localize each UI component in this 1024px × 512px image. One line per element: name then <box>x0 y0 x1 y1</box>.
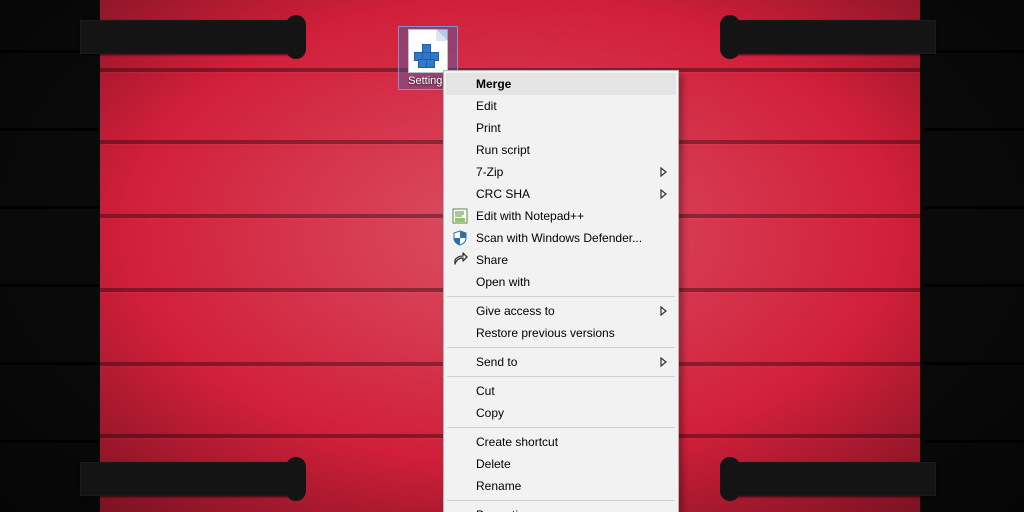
menu-item-label: Share <box>476 253 508 267</box>
wallpaper-hinge <box>80 462 290 496</box>
menu-item-label: Merge <box>476 77 511 91</box>
wallpaper-groove <box>924 362 1024 365</box>
wallpaper-groove <box>0 362 100 365</box>
reg-file-icon <box>408 29 448 73</box>
menu-item-scan-with-windows-defender[interactable]: Scan with Windows Defender... <box>446 227 676 249</box>
menu-item-label: Rename <box>476 479 521 493</box>
menu-item-delete[interactable]: Delete <box>446 453 676 475</box>
menu-item-label: Scan with Windows Defender... <box>476 231 642 245</box>
menu-item-label: Print <box>476 121 501 135</box>
menu-item-label: Restore previous versions <box>476 326 615 340</box>
menu-item-label: Cut <box>476 384 495 398</box>
defender-icon <box>452 230 468 246</box>
menu-separator <box>447 427 675 428</box>
menu-item-restore-previous-versions[interactable]: Restore previous versions <box>446 322 676 344</box>
menu-item-7-zip[interactable]: 7-Zip <box>446 161 676 183</box>
wallpaper-groove <box>924 128 1024 131</box>
desktop[interactable]: Settings MergeEditPrintRun script7-ZipCR… <box>0 0 1024 512</box>
menu-item-label: Delete <box>476 457 511 471</box>
menu-separator <box>447 376 675 377</box>
menu-item-label: Edit <box>476 99 497 113</box>
menu-item-print[interactable]: Print <box>446 117 676 139</box>
wallpaper-groove <box>924 50 1024 53</box>
wallpaper-hinge <box>80 20 290 54</box>
menu-item-share[interactable]: Share <box>446 249 676 271</box>
menu-item-edit-with-notepad[interactable]: Edit with Notepad++ <box>446 205 676 227</box>
wallpaper-hinge <box>726 20 936 54</box>
notepadpp-icon <box>452 208 468 224</box>
menu-item-create-shortcut[interactable]: Create shortcut <box>446 431 676 453</box>
menu-item-label: Properties <box>476 508 531 512</box>
chevron-right-icon <box>660 167 668 177</box>
menu-item-copy[interactable]: Copy <box>446 402 676 424</box>
wallpaper-groove <box>0 206 100 209</box>
menu-item-properties[interactable]: Properties <box>446 504 676 512</box>
menu-item-label: Open with <box>476 275 530 289</box>
menu-item-send-to[interactable]: Send to <box>446 351 676 373</box>
share-icon <box>452 252 468 268</box>
menu-item-rename[interactable]: Rename <box>446 475 676 497</box>
chevron-right-icon <box>660 189 668 199</box>
chevron-right-icon <box>660 357 668 367</box>
menu-item-label: Edit with Notepad++ <box>476 209 584 223</box>
menu-item-label: Run script <box>476 143 530 157</box>
menu-item-label: CRC SHA <box>476 187 530 201</box>
menu-item-open-with[interactable]: Open with <box>446 271 676 293</box>
menu-item-cut[interactable]: Cut <box>446 380 676 402</box>
wallpaper-groove <box>924 206 1024 209</box>
wallpaper-groove <box>0 128 100 131</box>
wallpaper-groove <box>924 284 1024 287</box>
chevron-right-icon <box>660 306 668 316</box>
wallpaper-groove <box>924 440 1024 443</box>
menu-item-give-access-to[interactable]: Give access to <box>446 300 676 322</box>
menu-item-label: Give access to <box>476 304 555 318</box>
menu-item-edit[interactable]: Edit <box>446 95 676 117</box>
wallpaper-hinge <box>726 462 936 496</box>
menu-item-label: Copy <box>476 406 504 420</box>
menu-item-label: 7-Zip <box>476 165 503 179</box>
menu-separator <box>447 500 675 501</box>
menu-item-run-script[interactable]: Run script <box>446 139 676 161</box>
context-menu: Merge Edit Print Run script 7-Zip CRC SHA Edit… <box>443 70 679 512</box>
wallpaper-groove <box>0 440 100 443</box>
menu-separator <box>447 296 675 297</box>
menu-item-crc-sha[interactable]: CRC SHA <box>446 183 676 205</box>
menu-item-label: Send to <box>476 355 517 369</box>
menu-separator <box>447 347 675 348</box>
menu-item-merge[interactable]: Merge <box>446 73 676 95</box>
wallpaper-groove <box>0 284 100 287</box>
menu-item-label: Create shortcut <box>476 435 558 449</box>
